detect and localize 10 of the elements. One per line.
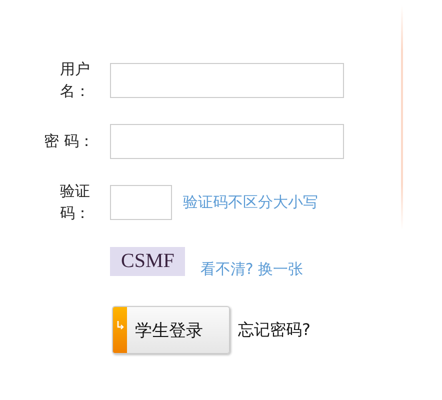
hint-text: 验证码不区分大小写 [183, 192, 318, 212]
input-field[interactable] [110, 124, 344, 158]
input-field[interactable] [110, 62, 344, 98]
login-button[interactable]: 学生登录 [112, 306, 230, 354]
captcha-image: CSMF [110, 247, 186, 276]
field-label: 用户名： [60, 59, 91, 102]
forgot-password-link[interactable]: 忘记密码? [238, 320, 310, 340]
field-label: 验证码： [60, 181, 91, 224]
field-label: 密 码： [44, 131, 94, 152]
input-field[interactable] [110, 184, 172, 220]
